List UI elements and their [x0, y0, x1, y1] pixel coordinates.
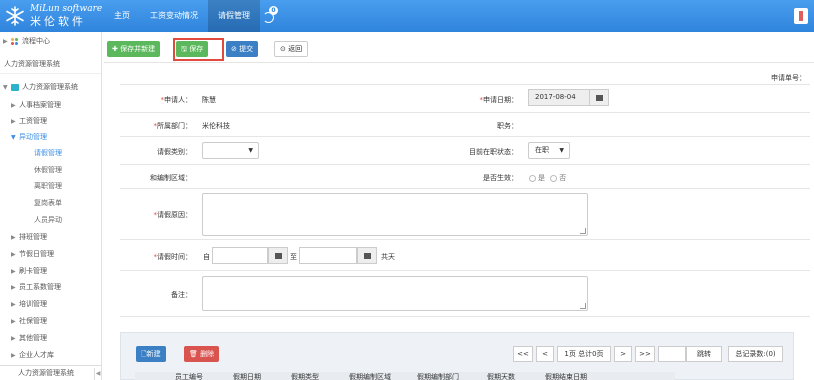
col-leave-end-date: 假期结束日期: [545, 373, 587, 380]
position-label: 职务：: [497, 122, 518, 130]
page-info: 1页 总计0页: [557, 346, 611, 362]
folder-icon: [11, 83, 19, 91]
sidebar-item-resignation[interactable]: 离职管理: [0, 179, 101, 193]
reason-label: *请假原因：: [153, 211, 193, 219]
page-number-input[interactable]: [658, 346, 686, 362]
effective-radio-group[interactable]: 是 否: [529, 173, 566, 183]
nav-home[interactable]: 主页: [104, 0, 140, 32]
total-records: 总记录数:(0): [728, 346, 783, 362]
applicant-label: *申请人：: [160, 96, 193, 104]
effective-label: 是否生效：: [483, 174, 518, 182]
detail-table-header: 员工编号 假期日期 假期类型 假期编制区域 假期编制部门 假期天数 假期结束日期: [135, 372, 675, 380]
radio-yes: [529, 174, 536, 182]
leave-type-label: 请假类别：: [157, 148, 192, 156]
applicant-value: 陈慧: [202, 96, 216, 104]
total-days-label: 共天: [381, 253, 395, 261]
sidebar-item-other[interactable]: ▶ 其他管理: [0, 331, 101, 345]
col-leave-dept: 假期编制部门: [417, 373, 459, 380]
logo-chinese: 米伦软件: [30, 15, 86, 28]
area-label: 和编制区域：: [150, 174, 192, 182]
sidebar-item-leave[interactable]: 请假管理: [0, 146, 101, 160]
remark-label: 备注：: [171, 291, 192, 299]
user-menu-icon[interactable]: [794, 8, 808, 24]
sidebar-item-process-center[interactable]: ▶ 流程中心: [0, 34, 101, 48]
reason-textarea[interactable]: [202, 193, 588, 236]
col-employee-id: 员工编号: [175, 373, 203, 380]
dept-label: *所属部门：: [153, 122, 193, 130]
next-page-button[interactable]: >: [614, 346, 632, 362]
sidebar-item-transfer[interactable]: 人员异动: [0, 213, 101, 227]
save-highlight-box: [173, 38, 224, 61]
sidebar-item-card[interactable]: ▶ 刷卡管理: [0, 264, 101, 278]
sidebar-item-holiday[interactable]: ▶ 节假日管理: [0, 247, 101, 261]
submit-button[interactable]: ⊘ 提交: [226, 41, 259, 57]
caret-down-icon: ▼: [248, 147, 253, 154]
radio-no: [550, 174, 558, 182]
end-date-field[interactable]: [299, 247, 357, 264]
first-page-button[interactable]: <<: [513, 346, 533, 362]
sidebar-item-personnel[interactable]: ▶ 人事档案管理: [0, 98, 101, 112]
sidebar-item-talent[interactable]: ▶ 企业人才库: [0, 348, 101, 362]
sidebar-item-coefficient[interactable]: ▶ 员工系数管理: [0, 280, 101, 294]
logo-english: MiLun software: [30, 4, 103, 14]
process-center-icon: [11, 37, 20, 45]
col-leave-type: 假期类型: [291, 373, 319, 380]
snowflake-logo-icon: [4, 5, 26, 27]
col-leave-area: 假期编制区域: [349, 373, 391, 380]
document-number-label: 申请单号：: [771, 74, 806, 82]
notification-icon[interactable]: 0: [260, 0, 286, 32]
sidebar-item-salary[interactable]: ▶ 工资管理: [0, 114, 101, 128]
apply-date-label: *申请日期：: [479, 96, 519, 104]
jump-button[interactable]: 跳转: [686, 346, 722, 362]
employment-status-label: 目前在职状态：: [469, 148, 518, 156]
toolbar-divider: [104, 62, 814, 63]
from-label: 自: [203, 253, 210, 261]
leave-type-select[interactable]: ▼: [202, 142, 259, 159]
sidebar-item-return[interactable]: 复岗表单: [0, 196, 101, 210]
to-label: 至: [290, 253, 297, 261]
sidebar: ▶ 流程中心 人力资源管理系统 ▼ 人力资源管理系统 ▶ 人事档案管理 ▶ 工资管理 ▼…: [0, 32, 102, 380]
dept-value: 米伦科技: [202, 122, 230, 130]
calendar-icon[interactable]: [357, 247, 377, 264]
nav-salary-changes[interactable]: 工资变动情况: [140, 0, 208, 32]
calendar-icon[interactable]: [589, 89, 609, 106]
start-date-field[interactable]: [212, 247, 268, 264]
last-page-button[interactable]: >>: [635, 346, 655, 362]
top-bar: MiLun software 米伦软件 主页 工资变动情况 请假管理 0: [0, 0, 814, 32]
remark-textarea[interactable]: [202, 276, 588, 311]
system-label: 人力资源管理系统: [0, 57, 101, 74]
sidebar-item-changes[interactable]: ▼ 异动管理: [0, 130, 101, 144]
delete-row-button[interactable]: 🗑 删除: [184, 346, 220, 362]
sidebar-collapse-icon[interactable]: ◀: [94, 368, 101, 380]
sidebar-item-training[interactable]: ▶ 培训管理: [0, 297, 101, 311]
calendar-icon[interactable]: [268, 247, 288, 264]
sidebar-item-shift[interactable]: ▶ 排班管理: [0, 230, 101, 244]
top-nav: 主页 工资变动情况 请假管理 0: [104, 0, 286, 32]
sidebar-item-vacation[interactable]: 休假管理: [0, 163, 101, 177]
new-row-button[interactable]: 🗋新建: [136, 346, 166, 362]
sidebar-item-hr-system[interactable]: ▼ 人力资源管理系统: [0, 80, 101, 94]
chevron-down-icon: ▼: [3, 84, 8, 91]
save-and-new-button[interactable]: ✚ 保存并新建: [107, 41, 161, 57]
nav-leave-management[interactable]: 请假管理: [208, 0, 260, 32]
notification-badge: 0: [269, 6, 278, 15]
sidebar-item-social-security[interactable]: ▶ 社保管理: [0, 314, 101, 328]
chevron-right-icon: ▶: [3, 38, 8, 45]
apply-date-field[interactable]: 2017-08-04: [528, 89, 590, 106]
employment-status-select[interactable]: 在职 ▼: [528, 142, 570, 159]
back-button[interactable]: ⊙ 返回: [274, 41, 309, 57]
prev-page-button[interactable]: <: [536, 346, 554, 362]
sidebar-bottom-label: 人力资源管理系统: [0, 365, 101, 379]
leave-time-label: *请假时间：: [153, 253, 193, 261]
col-leave-days: 假期天数: [487, 373, 515, 380]
caret-down-icon: ▼: [559, 147, 564, 154]
col-leave-date: 假期日期: [233, 373, 261, 380]
